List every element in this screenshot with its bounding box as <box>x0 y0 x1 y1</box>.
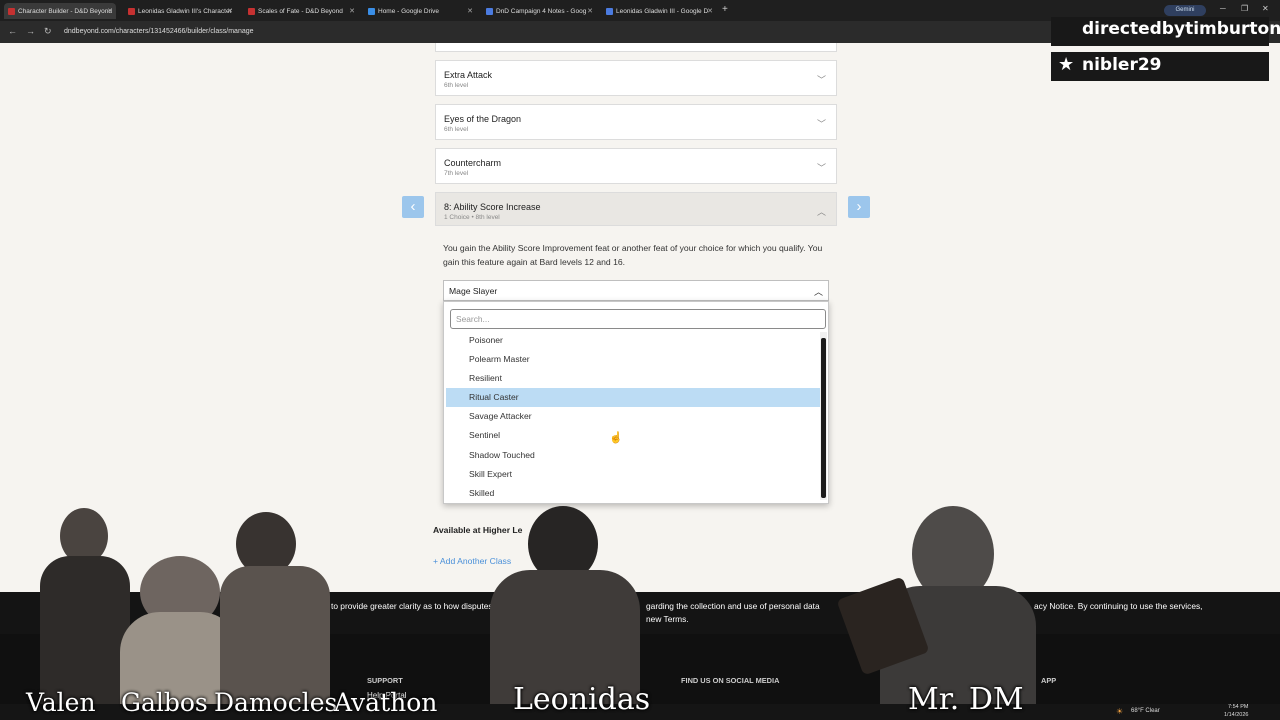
feat-select-value: Mage Slayer <box>449 286 498 296</box>
docs-favicon-icon <box>486 7 493 15</box>
drive-favicon-icon <box>368 7 375 15</box>
maximize-icon[interactable]: ❐ <box>1241 4 1248 13</box>
feat-option[interactable]: Savage Attacker <box>446 407 820 426</box>
tab-campaign-notes[interactable]: DnD Campaign 4 Notes - Goog ✕ <box>482 3 596 19</box>
feat-options-list: Poisoner Polearm Master Resilient Ritual… <box>446 331 820 501</box>
feature-level: 6th level <box>444 126 469 133</box>
feat-option[interactable]: Sentinel <box>446 426 820 445</box>
add-class-link[interactable]: + Add Another Class <box>433 556 511 566</box>
close-icon[interactable]: ✕ <box>587 7 593 15</box>
feature-title: Extra Attack <box>444 70 493 80</box>
character-builder-page: Extra Attack 6th level ﹀ Eyes of the Dra… <box>0 43 1280 592</box>
feat-option-highlighted[interactable]: Ritual Caster <box>446 388 820 408</box>
gemini-button[interactable]: Gemini <box>1164 5 1206 16</box>
feature-title: Countercharm <box>444 158 502 168</box>
dndbeyond-favicon-icon <box>8 7 15 15</box>
app-heading: APP <box>1041 676 1057 685</box>
feature-level: 1 Choice • 8th level <box>444 214 500 221</box>
chevron-down-icon: ﹀ <box>816 119 826 129</box>
chevron-down-icon: ﹀ <box>816 75 826 85</box>
feature-title: 8: Ability Score Increase <box>444 202 541 212</box>
close-icon[interactable]: ✕ <box>707 7 713 15</box>
cookie-text: to provide greater clarity as to how dis… <box>331 601 514 611</box>
nameplate-damocles: Damocles <box>214 688 338 717</box>
feature-title: Eyes of the Dragon <box>444 114 522 124</box>
docs-favicon-icon <box>606 7 613 15</box>
dndbeyond-favicon-icon <box>248 7 255 15</box>
higher-level-heading: Available at Higher Le <box>433 525 523 535</box>
url-field[interactable]: dndbeyond.com/characters/131452466/build… <box>64 25 254 39</box>
new-tab-button[interactable]: + <box>722 4 728 15</box>
tab-label: Leonidas Gladwin III's Character <box>138 7 232 15</box>
mouse-cursor-icon: ☝ <box>609 432 623 444</box>
clock-time: 7:54 PM <box>1228 704 1249 710</box>
chevron-down-icon: ﹀ <box>816 163 826 173</box>
close-icon[interactable]: ✕ <box>107 7 113 15</box>
tab-google-drive[interactable]: Home - Google Drive ✕ <box>364 3 476 19</box>
forward-icon[interactable]: → <box>26 26 35 36</box>
dropdown-scrollbar[interactable] <box>820 332 827 500</box>
feat-option[interactable]: Poisoner <box>446 331 820 350</box>
nameplate-dm: Mr. DM <box>908 682 1024 717</box>
tab-scales-of-fate[interactable]: Scales of Fate - D&D Beyond ✕ <box>244 3 358 19</box>
tab-label: Scales of Fate - D&D Beyond <box>258 7 343 15</box>
feat-select[interactable]: Mage Slayer ︿ <box>443 280 829 301</box>
star-icon: ★ <box>1058 54 1075 75</box>
tab-character-sheet[interactable]: Leonidas Gladwin III's Character ✕ <box>124 3 236 19</box>
nameplate-galbos: Galbos <box>121 688 208 717</box>
feat-option[interactable]: Skill Expert <box>446 465 820 484</box>
support-heading: SUPPORT <box>367 676 403 685</box>
feat-search-input[interactable] <box>450 309 826 329</box>
feature-level: 7th level <box>444 170 469 177</box>
nameplate-avathon: Avathon <box>334 688 438 717</box>
feature-ability-score-increase[interactable]: 8: Ability Score Increase 1 Choice • 8th… <box>435 192 837 226</box>
cookie-text: new Terms. <box>646 614 689 624</box>
feature-previous[interactable] <box>435 43 837 52</box>
tab-label: Character Builder - D&D Beyond <box>18 7 112 15</box>
close-window-icon[interactable]: ✕ <box>1262 4 1269 13</box>
tab-google-doc[interactable]: Leonidas Gladwin III - Google D ✕ <box>602 3 716 19</box>
valen-body <box>40 556 130 704</box>
cookie-text: acy Notice. By continuing to use the ser… <box>1034 601 1203 611</box>
dndbeyond-favicon-icon <box>128 7 135 15</box>
tab-label: DnD Campaign 4 Notes - Goog <box>496 7 587 15</box>
weather-icon: ☀ <box>1116 707 1124 716</box>
banner-text: directedbytimburton <box>1082 19 1280 39</box>
weather-text: 68°F Clear <box>1131 708 1160 714</box>
nameplate-leonidas: Leonidas <box>513 682 651 717</box>
feat-option[interactable]: Skilled <box>446 484 820 503</box>
feature-description: You gain the Ability Score Improvement f… <box>443 243 823 267</box>
close-icon[interactable]: ✕ <box>349 7 355 15</box>
tab-label: Leonidas Gladwin III - Google D <box>616 7 709 15</box>
chevron-up-icon: ︿ <box>816 207 826 217</box>
tab-character-builder[interactable]: Character Builder - D&D Beyond ✕ <box>4 3 116 19</box>
feat-dropdown: Poisoner Polearm Master Resilient Ritual… <box>443 301 829 504</box>
close-icon[interactable]: ✕ <box>467 7 473 15</box>
damocles-body <box>220 566 330 704</box>
back-icon[interactable]: ← <box>8 26 17 36</box>
prev-arrow-button[interactable]: ‹ <box>402 196 424 218</box>
close-icon[interactable]: ✕ <box>227 7 233 15</box>
next-arrow-button[interactable]: › <box>848 196 870 218</box>
stream-banner-directed-by: directedbytimburton <box>1051 17 1280 46</box>
clock-date: 1/14/2026 <box>1224 712 1249 718</box>
feature-level: 6th level <box>444 82 469 89</box>
feat-option[interactable]: Polearm Master <box>446 350 820 369</box>
chevron-up-icon: ︿ <box>813 287 823 297</box>
nameplate-valen: Valen <box>26 688 96 717</box>
feature-extra-attack[interactable]: Extra Attack 6th level ﹀ <box>435 60 837 96</box>
scrollbar-thumb[interactable] <box>821 338 826 498</box>
banner-text: nibler29 <box>1082 55 1162 75</box>
cookie-text: garding the collection and use of person… <box>646 601 820 611</box>
feature-eyes-of-the-dragon[interactable]: Eyes of the Dragon 6th level ﹀ <box>435 104 837 140</box>
feat-option[interactable]: Shadow Touched <box>446 446 820 465</box>
reload-icon[interactable]: ↻ <box>44 26 52 37</box>
minimize-icon[interactable]: ─ <box>1220 4 1226 13</box>
feat-option[interactable]: Resilient <box>446 369 820 388</box>
stream-banner-nibler: ★ nibler29 <box>1051 52 1269 81</box>
social-heading: FIND US ON SOCIAL MEDIA <box>681 676 780 685</box>
feature-countercharm[interactable]: Countercharm 7th level ﹀ <box>435 148 837 184</box>
tab-label: Home - Google Drive <box>378 7 440 15</box>
